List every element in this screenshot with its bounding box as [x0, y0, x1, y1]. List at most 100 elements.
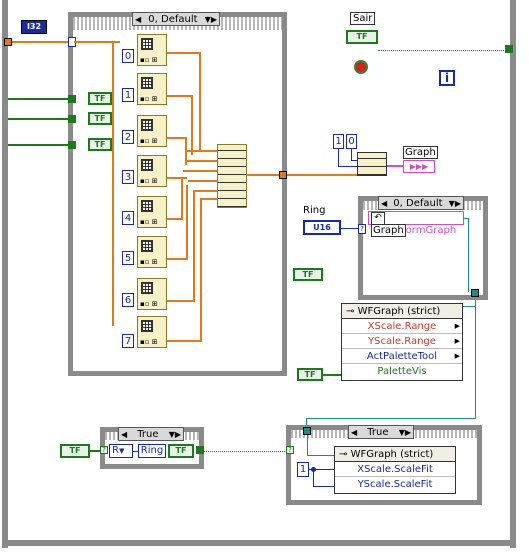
case-const-5[interactable]: 5: [122, 251, 134, 265]
selector-value: 0, Default: [393, 197, 443, 209]
property-node-3[interactable]: [137, 155, 167, 187]
junction-dot: [311, 467, 316, 472]
selector-value: True: [367, 426, 389, 438]
wire: [167, 340, 201, 342]
selector-dec-icon[interactable]: ◀: [351, 428, 357, 437]
wire: [313, 486, 334, 487]
property-node-5[interactable]: [137, 236, 167, 268]
selector-inc-icon[interactable]: ▼▶: [399, 428, 411, 437]
prop-row-actpalettetool[interactable]: ActPaletteTool ▶: [342, 349, 462, 364]
bottom-right-case-selector[interactable]: ◀ True ▼▶: [348, 425, 414, 439]
bool-bottom-left-inner[interactable]: TF: [168, 444, 194, 458]
wire: [167, 95, 191, 97]
stop-button-icon[interactable]: [354, 60, 368, 74]
wire: [112, 41, 114, 326]
outer-loop-right: [510, 0, 516, 548]
main-case-selector[interactable]: ◀ 0, Default ▼▶: [132, 12, 220, 26]
wire: [199, 52, 201, 150]
wire: [323, 374, 341, 376]
bottom-right-selector-terminal: ?: [286, 446, 294, 454]
wire: [307, 455, 334, 456]
wire: [463, 306, 476, 307]
wire: [186, 185, 188, 260]
graph-terminal[interactable]: ▶▶▶: [403, 160, 435, 173]
selector-dec-icon[interactable]: ◀: [381, 199, 387, 208]
bool-constant-palette[interactable]: TF: [297, 368, 323, 381]
case-const-3[interactable]: 3: [122, 170, 134, 184]
wire: [202, 198, 217, 200]
wire: [338, 149, 339, 167]
case-const-7[interactable]: 7: [122, 334, 134, 348]
wire: [204, 451, 287, 452]
wire: [167, 300, 194, 302]
bool-constant-2[interactable]: TF: [88, 112, 112, 125]
selector-value: 0, Default: [148, 13, 198, 25]
property-node-7[interactable]: [137, 316, 167, 348]
wire: [10, 41, 72, 43]
inner-case-selector-terminal: ?: [358, 224, 366, 234]
prop-row-yscale-scalefit[interactable]: YScale.ScaleFit: [335, 477, 455, 492]
selector-inc-icon[interactable]: ▼▶: [205, 15, 217, 24]
bundle-node[interactable]: [357, 152, 387, 176]
prop-row-palettevis[interactable]: PaletteVis: [342, 364, 462, 379]
ring-constant-r[interactable]: R▼: [109, 444, 133, 458]
wire: [195, 190, 217, 192]
property-node-6[interactable]: [137, 278, 167, 310]
graph-reference[interactable]: ↶Graph ormGraph: [368, 211, 464, 237]
case-const-6[interactable]: 6: [122, 293, 134, 307]
property-node-2[interactable]: [137, 115, 167, 147]
stop-terminal[interactable]: TF: [346, 30, 378, 44]
case-const-1[interactable]: 1: [122, 88, 134, 102]
inner-case-selector[interactable]: ◀ 0, Default ▼▶: [378, 196, 464, 210]
wire: [167, 137, 185, 139]
scalefit-constant[interactable]: 1: [297, 462, 309, 477]
wire: [468, 218, 469, 292]
ring-terminal[interactable]: U16: [303, 220, 341, 235]
prop-row-yscale-range[interactable]: YScale.Range ▶: [342, 334, 462, 349]
property-node-scalefit[interactable]: ⊸ WFGraph (strict) XScale.ScaleFit YScal…: [334, 446, 456, 494]
bottom-left-case-selector[interactable]: ◀ True ▼▶: [118, 427, 184, 441]
bool-constant-mid[interactable]: TF: [293, 268, 323, 281]
prop-row-label: ActPaletteTool: [366, 351, 438, 362]
bundle-const-1[interactable]: 1: [333, 134, 344, 149]
ring-label: Ring: [303, 205, 326, 216]
graph-ref-text: ormGraph: [405, 225, 457, 236]
property-node-wfgraph[interactable]: ⊸ WFGraph (strict) XScale.Range ▶ YScale.…: [341, 303, 463, 381]
ref-arrow-icon: ⊸: [346, 306, 355, 317]
prop-row-xscale-range[interactable]: XScale.Range ▶: [342, 319, 462, 334]
ring-local-variable[interactable]: Ring: [138, 444, 166, 458]
stop-label: Sair: [350, 12, 376, 25]
graph-ref-label: Graph: [371, 224, 406, 237]
property-node-4[interactable]: [137, 196, 167, 228]
case-const-2[interactable]: 2: [122, 130, 134, 144]
wire: [185, 150, 217, 152]
wire: [475, 300, 476, 418]
prop-row-xscale-scalefit[interactable]: XScale.ScaleFit: [335, 462, 455, 477]
bottom-left-output-tunnel: [196, 446, 204, 454]
loop-condition-terminal: [505, 45, 513, 53]
case-const-4[interactable]: 4: [122, 211, 134, 225]
property-node-1[interactable]: [137, 73, 167, 105]
outer-loop-bottom: [2, 540, 514, 546]
wire: [181, 178, 183, 220]
build-array-node[interactable]: [217, 144, 247, 208]
ref-arrow-icon: ⊸: [339, 449, 348, 460]
selector-inc-icon[interactable]: ▼▶: [449, 199, 461, 208]
inner-case-output-tunnel: [471, 289, 479, 297]
selector-dec-icon[interactable]: ◀: [135, 15, 141, 24]
prop-row-label: XScale.ScaleFit: [357, 464, 433, 475]
prop-header-text: WFGraph (strict): [357, 306, 441, 317]
shift-register-left: [4, 38, 12, 46]
property-node-0[interactable]: [137, 34, 167, 66]
outer-loop-left: [2, 0, 8, 548]
selector-inc-icon[interactable]: ▼▶: [169, 430, 181, 439]
bundle-const-2[interactable]: 0: [346, 134, 357, 149]
i32-constant[interactable]: I32: [21, 20, 47, 34]
wire: [8, 118, 74, 120]
case-const-0[interactable]: 0: [122, 49, 134, 63]
selector-dec-icon[interactable]: ◀: [121, 430, 127, 439]
bool-constant-bottom-left[interactable]: TF: [60, 444, 90, 458]
bool-constant-1[interactable]: TF: [88, 92, 112, 105]
bool-constant-3[interactable]: TF: [88, 138, 112, 151]
info-icon[interactable]: i: [439, 70, 455, 86]
